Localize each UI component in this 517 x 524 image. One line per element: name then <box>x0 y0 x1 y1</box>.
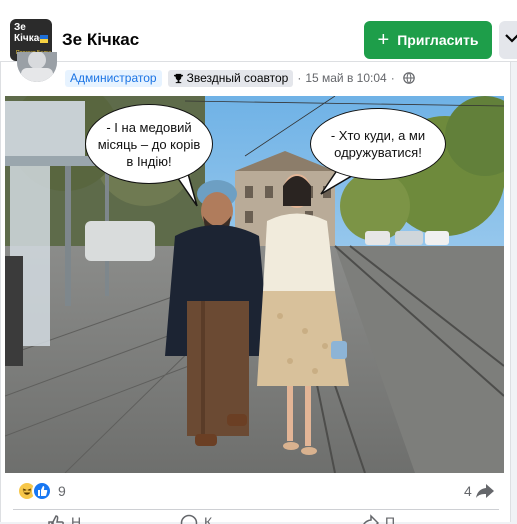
facebook-group-post-view: Зе Кічкас Плоская Балка Зе Кічкас + Приг… <box>0 0 517 522</box>
comment-icon <box>180 514 198 524</box>
post-meta: Администратор Звездный соавтор · 15 май … <box>65 69 415 87</box>
speech-bubble-man-line1: - І на медовий <box>98 119 201 136</box>
post-action-bar: Н К П <box>1 514 512 524</box>
share-action-button[interactable]: П <box>361 514 395 524</box>
comment-action-button[interactable]: К <box>180 514 212 524</box>
invite-button[interactable]: + Пригласить <box>364 21 492 59</box>
speech-bubble-woman-line1: - Хто куди, а ми <box>331 127 425 144</box>
like-action-label: Н <box>71 514 81 524</box>
share-action-label: П <box>385 514 395 524</box>
chevron-down-icon <box>505 34 517 44</box>
meta-separator: · <box>297 71 301 85</box>
globe-icon <box>403 72 415 84</box>
trophy-icon <box>173 73 184 84</box>
speech-bubble-woman: - Хто куди, а ми одружуватися! <box>310 108 446 180</box>
speech-bubble-man-line2: місяць – до корів <box>98 136 201 153</box>
top-contributor-label: Звездный соавтор <box>187 71 289 86</box>
group-name[interactable]: Зе Кічкас <box>62 30 139 50</box>
like-reaction-icon <box>32 481 52 501</box>
post-timestamp[interactable]: 15 май в 10:04 <box>305 71 386 85</box>
speech-bubble-man: - І на медовий місяць – до корів в Індію… <box>85 104 213 184</box>
author-avatar[interactable] <box>17 52 57 82</box>
more-options-button[interactable] <box>499 21 517 59</box>
top-contributor-badge[interactable]: Звездный соавтор <box>168 70 294 87</box>
logo-text-line1: Зе <box>14 22 26 33</box>
speech-bubble-man-line3: в Індію! <box>98 153 201 170</box>
ukraine-flag-icon <box>40 35 48 43</box>
group-header: Зе Кічкас Плоская Балка Зе Кічкас + Приг… <box>0 0 517 62</box>
invite-button-label: Пригласить <box>397 32 478 48</box>
speech-bubble-woman-line2: одружуватися! <box>331 144 425 161</box>
post-card: Администратор Звездный соавтор · 15 май … <box>0 62 511 522</box>
meta-separator-2: · <box>391 71 395 85</box>
post-photo[interactable]: - І на медовий місяць – до корів в Індію… <box>5 96 504 473</box>
comment-action-label: К <box>204 514 212 524</box>
like-icon <box>47 514 65 524</box>
reaction-count: 9 <box>58 483 66 499</box>
role-badge[interactable]: Администратор <box>65 70 162 87</box>
share-count[interactable]: 4 <box>464 483 494 499</box>
action-divider <box>13 509 499 510</box>
plus-icon: + <box>378 30 390 50</box>
share-arrow-icon <box>476 484 494 498</box>
share-count-value: 4 <box>464 483 472 499</box>
reaction-summary[interactable]: 9 <box>17 481 66 501</box>
like-action-button[interactable]: Н <box>47 514 81 524</box>
share-icon <box>361 514 379 524</box>
